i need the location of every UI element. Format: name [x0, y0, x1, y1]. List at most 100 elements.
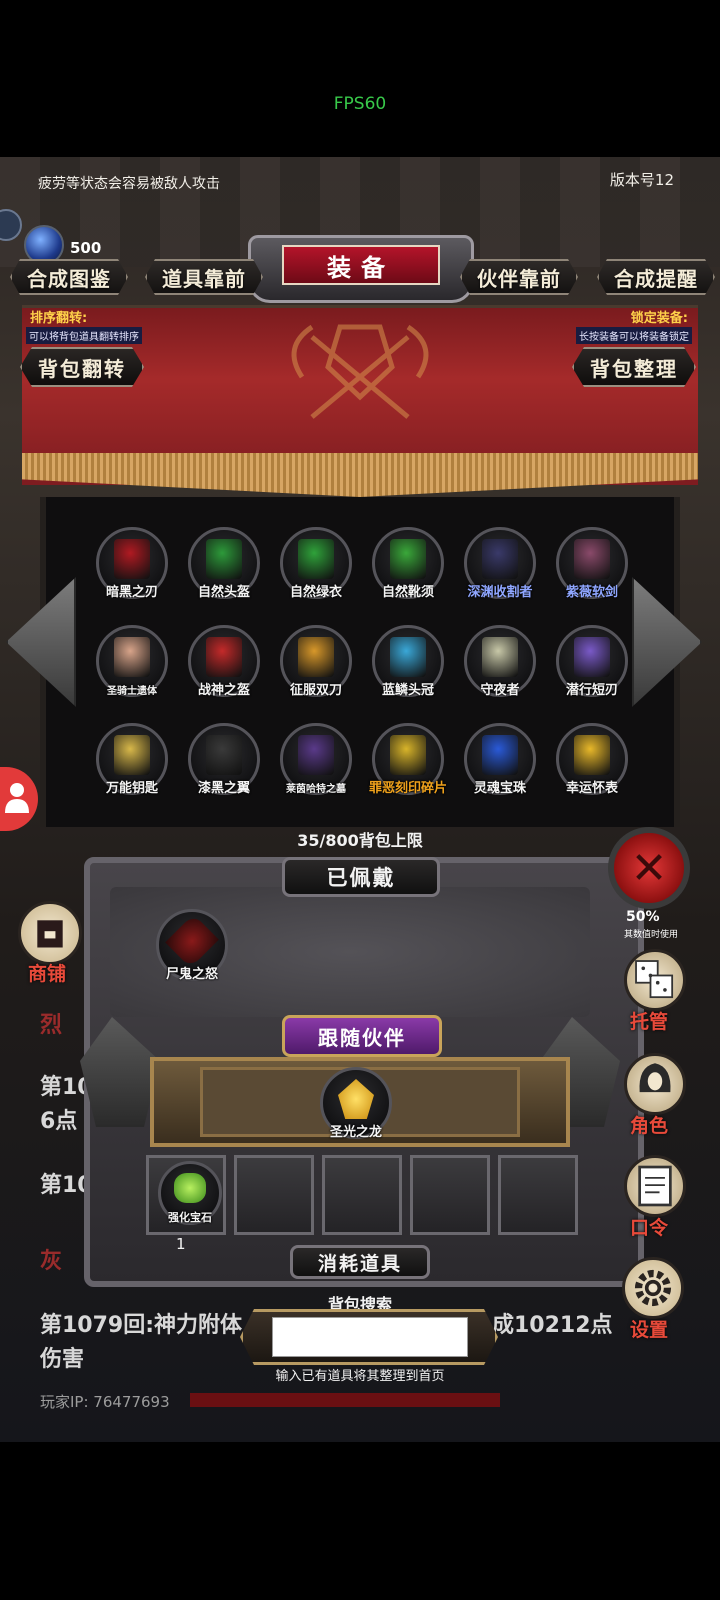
companion-title: 跟随伙伴: [282, 1015, 442, 1057]
gem-count: 500: [70, 239, 102, 257]
consumable-item[interactable]: 强化宝石: [150, 1157, 230, 1237]
inventory-item-label: 莱茵哈特之墓: [286, 784, 346, 795]
log-line: 6点: [40, 1109, 78, 1134]
inventory-item[interactable]: 征服双刀: [276, 625, 356, 705]
book-icon: [638, 1165, 672, 1207]
inventory-item-label: 自然靴须: [381, 585, 434, 600]
inventory-item-label: 紫薇软剑: [565, 585, 618, 600]
tab-synthesis-codex[interactable]: 合成图鉴: [10, 259, 128, 295]
settings-button[interactable]: [622, 1257, 684, 1319]
inventory-item-label: 圣骑士遗体: [107, 686, 157, 697]
inventory-item[interactable]: 圣骑士遗体: [92, 625, 172, 705]
inventory-item-label: 战神之盔: [197, 683, 250, 698]
character-button[interactable]: [624, 1053, 686, 1115]
consumable-slot[interactable]: [410, 1155, 490, 1235]
page-title: 装备: [282, 245, 440, 285]
blue-scale-crown-icon: [390, 637, 426, 677]
consumable-slot[interactable]: [322, 1155, 402, 1235]
companion-label: 圣光之龙: [329, 1125, 382, 1140]
inventory-item[interactable]: 守夜者: [460, 625, 540, 705]
conquer-blades-icon: [298, 637, 334, 677]
hooded-figure-icon: [639, 1063, 671, 1093]
inventory-item[interactable]: 潜行短刃: [552, 625, 632, 705]
auto-manage-label: 托管: [630, 1011, 669, 1033]
inventory-item-label: 自然绿衣: [289, 585, 342, 600]
inventory-item[interactable]: 自然绿衣: [276, 527, 356, 607]
tab-synthesis-reminder[interactable]: 合成提醒: [597, 259, 715, 295]
search-hint: 输入已有道具将其整理到首页: [275, 1369, 445, 1384]
inventory-item[interactable]: 战神之盔: [184, 625, 264, 705]
player-ip: 玩家IP: 76477693: [40, 1393, 170, 1411]
crossed-swords-emblem-icon: [291, 324, 429, 419]
tab-items-first[interactable]: 道具靠前: [145, 259, 263, 295]
nature-armor-icon: [298, 539, 334, 579]
shop-icon: [37, 920, 63, 948]
inventory-item[interactable]: 自然靴须: [368, 527, 448, 607]
companion-item[interactable]: 圣光之龙: [316, 1067, 396, 1147]
tip-text: 疲劳等状态会容易被敌人攻击: [38, 176, 220, 192]
inventory-item-label: 暗黑之刃: [105, 585, 158, 600]
inventory-item[interactable]: 蓝鳞头冠: [368, 625, 448, 705]
curtain-fringe: [22, 453, 698, 497]
inventory-item[interactable]: 深渊收割者: [460, 527, 540, 607]
inventory-item[interactable]: 莱茵哈特之墓: [276, 723, 356, 803]
consumable-label: 强化宝石: [168, 1211, 212, 1224]
equipped-title: 已佩戴: [282, 857, 440, 897]
soul-orb-icon: [482, 735, 518, 775]
consumable-slot[interactable]: [234, 1155, 314, 1235]
sort-flip-title: 排序翻转:: [30, 311, 88, 326]
inventory-item-label: 自然头盔: [197, 585, 250, 600]
inventory-item[interactable]: 紫薇软剑: [552, 527, 632, 607]
consumables-title: 消耗道具: [290, 1245, 430, 1279]
equipped-item[interactable]: 尸鬼之怒: [152, 909, 232, 989]
shop-button[interactable]: [18, 901, 82, 965]
enhance-gem-icon: [174, 1173, 206, 1203]
equipped-item-label: 尸鬼之怒: [165, 967, 218, 982]
log-line: 烈: [40, 1013, 63, 1038]
inventory-item[interactable]: 幸运怀表: [552, 723, 632, 803]
game-viewport: 疲劳等状态会容易被敌人攻击 版本号12 500 烈 第10 6点 第10 灰 第…: [0, 157, 720, 1442]
consumable-slot[interactable]: [498, 1155, 578, 1235]
bag-search-input[interactable]: [272, 1317, 468, 1357]
lucky-pocket-watch-icon: [574, 735, 610, 775]
inventory-item[interactable]: 罪恶刻印碎片: [368, 723, 448, 803]
inventory-item[interactable]: 自然头盔: [184, 527, 264, 607]
close-icon: ✕: [630, 842, 668, 894]
dice-icon: [635, 960, 674, 999]
inventory-item-label: 万能钥匙: [105, 781, 158, 796]
nature-boots-icon: [390, 539, 426, 579]
inventory-item-label: 罪恶刻印碎片: [368, 781, 447, 796]
inventory-item-label: 守夜者: [480, 683, 520, 698]
inventory-item[interactable]: 灵魂宝珠: [460, 723, 540, 803]
lock-equipment-title: 锁定装备:: [630, 311, 688, 326]
stealth-dagger-icon: [574, 637, 610, 677]
master-key-icon: [114, 735, 150, 775]
inventory-item[interactable]: 暗黑之刃: [92, 527, 172, 607]
sort-flip-description: 可以将背包道具翻转排序: [26, 327, 142, 344]
fps-counter: FPS60: [333, 94, 387, 114]
shop-label: 商铺: [28, 963, 67, 985]
inventory-item[interactable]: 漆黑之翼: [184, 723, 264, 803]
bag-flip-button[interactable]: 背包翻转: [20, 347, 144, 387]
inventory-item-label: 幸运怀表: [565, 781, 618, 796]
version-label: 版本号12: [609, 171, 674, 189]
percent-value: 50%: [626, 909, 660, 925]
log-line: 灰: [40, 1249, 63, 1274]
progress-bar: [190, 1393, 500, 1407]
war-god-helmet-icon: [206, 637, 242, 677]
close-button[interactable]: ✕: [608, 827, 690, 909]
code-button[interactable]: [624, 1155, 686, 1217]
inventory-item-label: 灵魂宝珠: [473, 781, 526, 796]
inventory-item[interactable]: 万能钥匙: [92, 723, 172, 803]
character-label: 角色: [630, 1115, 669, 1137]
auto-manage-button[interactable]: [624, 949, 686, 1011]
inventory-item-label: 漆黑之翼: [197, 781, 250, 796]
tab-companions-first[interactable]: 伙伴靠前: [460, 259, 578, 295]
bag-sort-button[interactable]: 背包整理: [572, 347, 696, 387]
consumable-quantity: 1: [176, 1235, 186, 1253]
lock-equipment-description: 长按装备可以将装备锁定: [576, 327, 692, 344]
code-label: 口令: [630, 1217, 669, 1239]
gear-icon: [634, 1269, 672, 1307]
inventory-item-label: 征服双刀: [289, 683, 342, 698]
purple-sword-icon: [574, 539, 610, 579]
